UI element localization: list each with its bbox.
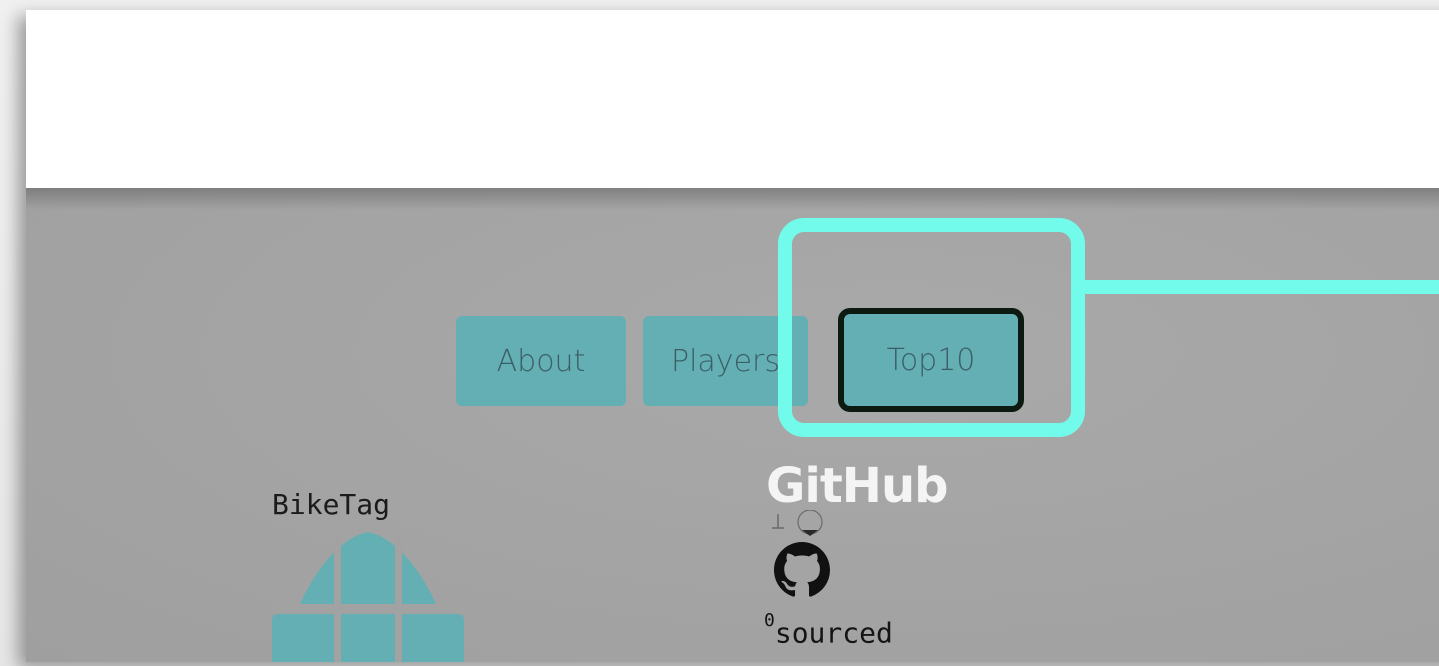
octocat-icon[interactable] — [774, 542, 830, 598]
browser-window: About Players Top10 BikeTag GitHub 0sour… — [26, 10, 1439, 662]
sourced-label: 0sourced — [764, 610, 893, 650]
header-shadow — [26, 188, 1439, 210]
top10-button[interactable]: Top10 — [838, 308, 1024, 412]
players-button[interactable]: Players — [643, 316, 808, 406]
github-link-deco-icon — [772, 510, 823, 536]
sourced-text: sourced — [774, 616, 893, 650]
globe-icon[interactable] — [272, 532, 464, 662]
about-button[interactable]: About — [456, 316, 626, 406]
sourced-count: 0 — [764, 610, 775, 631]
top-blank-area — [26, 10, 1439, 188]
github-wordmark[interactable]: GitHub — [766, 458, 948, 514]
screenshot-stage: About Players Top10 BikeTag GitHub 0sour… — [0, 0, 1439, 666]
biketag-title: BikeTag — [272, 488, 391, 521]
page-body — [26, 188, 1439, 662]
